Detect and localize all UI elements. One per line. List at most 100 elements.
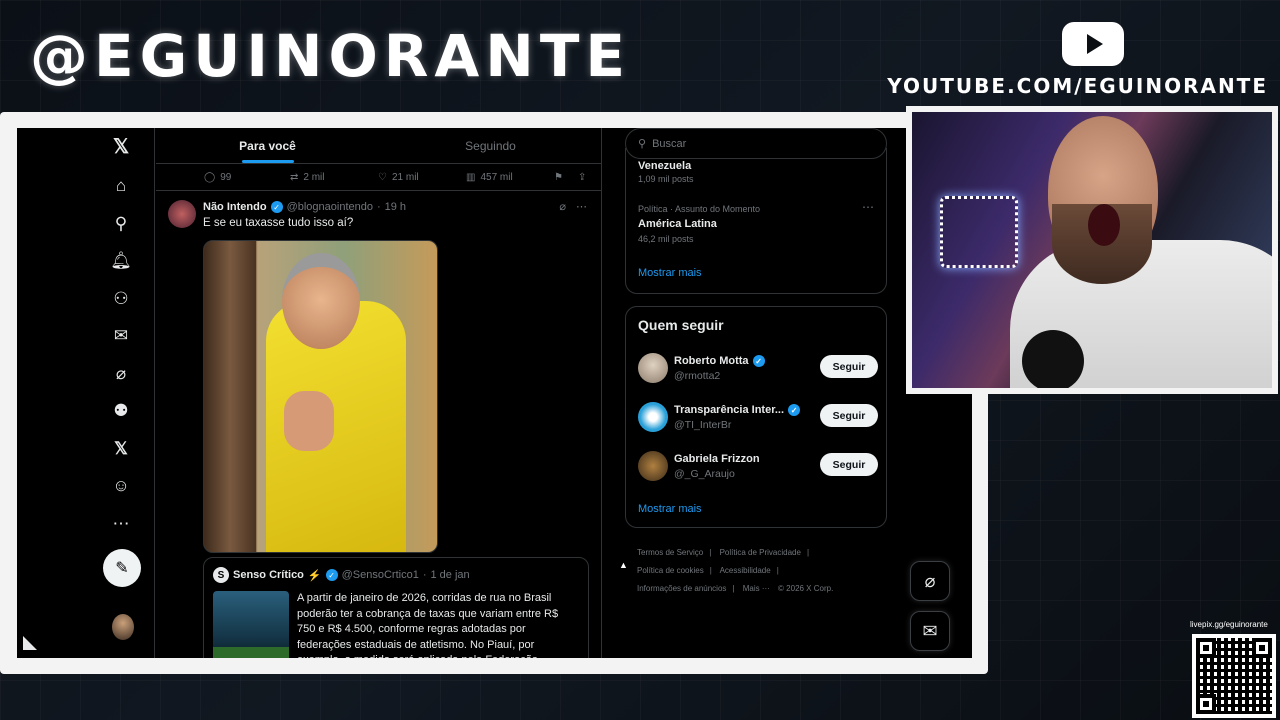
tweet-text: E se eu taxasse tudo isso aí? (203, 217, 354, 229)
trend-partial-posts: 1,09 mil posts (638, 174, 694, 184)
repost-count: 2 mil (303, 171, 325, 183)
reply-icon: ◯ (204, 171, 216, 183)
repost-action[interactable]: ⇄ 2 mil (290, 172, 325, 183)
tweet-menu: ⌀ ⋯ (559, 200, 587, 213)
suggestion-avatar[interactable] (638, 451, 668, 481)
trend-title[interactable]: América Latina (638, 218, 717, 230)
x-logo-icon[interactable]: 𝕏 (109, 134, 133, 158)
webcam-feed (912, 112, 1272, 388)
timeline: Para você Seguindo ◯ 99 ⇄ 2 mil ♡ 21 mil ▥ 4… (156, 128, 602, 658)
qr-eye (1196, 638, 1216, 658)
youtube-url: YOUTUBE.COM/EGUINORANTE (887, 74, 1268, 98)
messages-fab-button[interactable]: ✉ (910, 611, 950, 651)
footer-privacy[interactable]: Política de Privacidade (720, 548, 801, 557)
tweet-separator: · (376, 201, 381, 213)
notifications-icon[interactable]: 🔔︎ (109, 249, 133, 273)
like-count: 21 mil (391, 171, 419, 183)
footer-ads-info[interactable]: Informações de anúncios (637, 584, 726, 593)
quoted-tweet-header: S Senso Crítico ⚡ ✓ @SensoCrtico1 · 1 de… (213, 567, 470, 583)
footer-sep: | (806, 548, 810, 557)
image-tree-trunk (204, 241, 256, 552)
suggestion-name[interactable]: Transparência Inter... (674, 404, 784, 416)
webcam-frame (906, 106, 1278, 394)
grok-explain-icon[interactable]: ⌀ (559, 200, 566, 213)
account-avatar[interactable] (112, 614, 134, 640)
left-navigation: 𝕏 ⌂ ⚲ 🔔︎ ⚇ ✉ ⌀ ⚉ 𝕏 ☺ ⋯ ✎ (17, 128, 155, 658)
profile-icon[interactable]: ☺ (109, 474, 133, 498)
views-count: 457 mil (480, 171, 513, 183)
premium-icon[interactable]: 𝕏 (109, 437, 133, 461)
search-placeholder: Buscar (652, 137, 687, 150)
lightning-emoji: ⚡ (307, 569, 322, 582)
stream-overlay: @EGUINORANTE YOUTUBE.COM/EGUINORANTE 𝕏 ⌂… (0, 0, 1280, 720)
livepix-qr-code (1192, 634, 1276, 718)
quoted-tweet[interactable]: S Senso Crítico ⚡ ✓ @SensoCrtico1 · 1 de… (203, 557, 589, 658)
grok-icon: ⌀ (924, 570, 936, 591)
follow-button[interactable]: Seguir (820, 404, 878, 427)
footer-cookies[interactable]: Política de cookies (637, 566, 704, 575)
tweet-image[interactable] (203, 240, 438, 553)
youtube-icon (1062, 22, 1124, 66)
who-to-follow-panel: Quem seguir Roberto Motta ✓ @rmotta2 Segu… (625, 306, 887, 528)
like-action[interactable]: ♡ 21 mil (378, 172, 419, 183)
footer-copyright: © 2026 X Corp. (778, 584, 834, 593)
tweet-author-handle[interactable]: @blognaointendo (287, 201, 373, 213)
suggestion-name[interactable]: Roberto Motta (674, 355, 749, 367)
trend-more-icon[interactable]: ⋯ (862, 200, 874, 214)
image-hands (284, 391, 334, 451)
webcam-person (960, 112, 1272, 388)
views-action[interactable]: ▥ 457 mil (466, 172, 513, 183)
search-box[interactable]: ⚲ Buscar (625, 128, 887, 159)
trend-partial-title[interactable]: Venezuela (638, 160, 691, 172)
suggestion-avatar[interactable] (638, 402, 668, 432)
suggestion-avatar[interactable] (638, 353, 668, 383)
x-app-window: 𝕏 ⌂ ⚲ 🔔︎ ⚇ ✉ ⌀ ⚉ 𝕏 ☺ ⋯ ✎ Para você Segui… (17, 128, 972, 658)
tweet-header: Não Intendo ✓ @blognaointendo · 19 h (203, 201, 406, 213)
grok-icon[interactable]: ⌀ (109, 362, 133, 386)
follow-icon[interactable]: ⚇ (109, 287, 133, 311)
verified-icon: ✓ (270, 201, 283, 213)
previous-tweet-actions: ◯ 99 ⇄ 2 mil ♡ 21 mil ▥ 457 mil ⚑ ⇪ (156, 164, 601, 191)
follow-button[interactable]: Seguir (820, 355, 878, 378)
channel-brand: @EGUINORANTE (30, 22, 632, 90)
suggestion-name[interactable]: Gabriela Frizzon (674, 453, 760, 465)
footer-sep: | (709, 548, 712, 557)
messages-icon[interactable]: ✉ (109, 324, 133, 348)
grok-fab-button[interactable]: ⌀ (910, 561, 950, 601)
footer-terms[interactable]: Termos de Serviço (637, 548, 703, 557)
follow-button[interactable]: Seguir (820, 453, 878, 476)
tweet-author-avatar[interactable] (168, 200, 196, 228)
repost-icon: ⇄ (290, 171, 299, 183)
quoted-separator: · (422, 569, 427, 581)
suggestion-name-row: Gabriela Frizzon (674, 453, 760, 465)
footer-sep: | (732, 584, 735, 593)
home-icon[interactable]: ⌂ (109, 174, 133, 198)
trends-panel: Venezuela 1,09 mil posts Política · Assu… (625, 148, 887, 294)
follow-suggestion[interactable]: Gabriela Frizzon @_G_Araujo Seguir (638, 449, 878, 483)
reply-action[interactable]: ◯ 99 (204, 172, 231, 183)
search-icon[interactable]: ⚲ (109, 212, 133, 236)
tab-following[interactable]: Seguindo (379, 128, 601, 163)
tweet-author-name[interactable]: Não Intendo (203, 201, 267, 213)
tweet-more-icon[interactable]: ⋯ (576, 200, 587, 213)
footer-accessibility[interactable]: Acessibilidade (720, 566, 771, 575)
quoted-verified-icon: ✓ (325, 569, 338, 581)
tab-for-you[interactable]: Para você (156, 128, 379, 163)
share-icon[interactable]: ⇪ (578, 172, 586, 183)
more-icon[interactable]: ⋯ (109, 512, 133, 536)
compose-post-button[interactable]: ✎ (103, 549, 141, 587)
bookmark-icon[interactable]: ⚑ (554, 172, 563, 183)
trends-show-more[interactable]: Mostrar mais (638, 267, 702, 279)
follow-suggestion[interactable]: Roberto Motta ✓ @rmotta2 Seguir (638, 351, 878, 385)
suggestion-handle: @_G_Araujo (674, 468, 735, 480)
verified-icon: ✓ (788, 404, 801, 416)
follow-show-more[interactable]: Mostrar mais (638, 503, 702, 515)
follow-suggestion[interactable]: Transparência Inter... ✓ @TI_InterBr Segu… (638, 400, 878, 434)
microphone-icon (1022, 330, 1084, 388)
tweet-time[interactable]: 19 h (385, 201, 406, 213)
quoted-time: 1 de jan (430, 569, 470, 581)
webcam-mouth (1088, 204, 1120, 246)
footer-more[interactable]: Mais ··· (743, 584, 770, 593)
suggestion-name-row: Roberto Motta ✓ (674, 355, 765, 367)
communities-icon[interactable]: ⚉ (109, 399, 133, 423)
